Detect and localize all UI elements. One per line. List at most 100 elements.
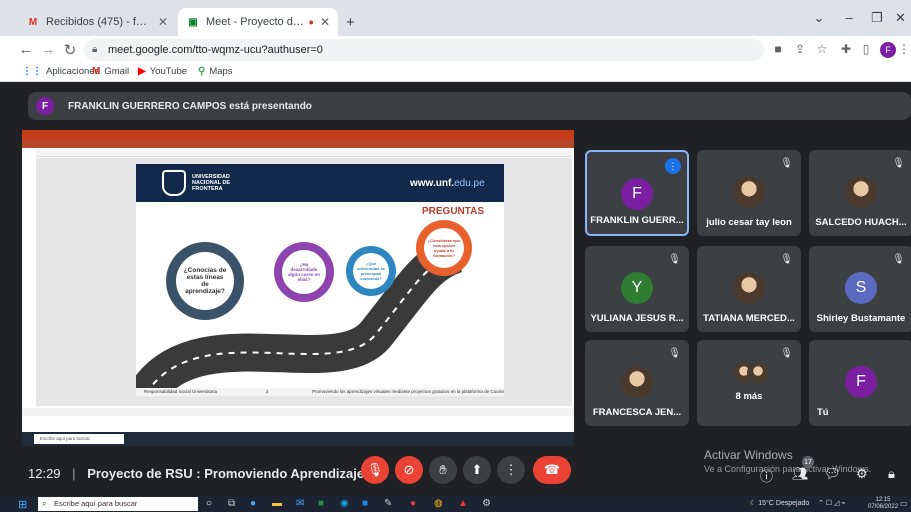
camera-icon[interactable]: ■: [770, 42, 786, 56]
mail-icon[interactable]: ✉: [296, 498, 304, 509]
tray-clock[interactable]: 12:15 07/06/2022: [868, 497, 898, 511]
taskbar-search-placeholder: Escribe aquí para buscar: [54, 499, 138, 508]
back-icon[interactable]: ←: [16, 41, 36, 58]
participant-name: YULIANA JESUS R...: [590, 313, 684, 324]
chrome-icon[interactable]: ◍: [434, 498, 443, 509]
forward-icon[interactable]: →: [38, 41, 58, 58]
bookmark-youtube[interactable]: ▶ YouTube: [138, 66, 187, 77]
pin-question-2: ¿Ha desarrollado algún curso en ellas?: [274, 242, 334, 302]
participant-name: Tú: [817, 407, 829, 418]
bookmark-apps[interactable]: ⋮⋮ Aplicaciones: [22, 66, 99, 77]
participant-name: TATIANA MERCED...: [703, 313, 795, 324]
participant-name: 8 más: [735, 391, 763, 402]
tab-meet[interactable]: ▣ Meet - Proyecto de RSU : Pro ● ✕: [178, 8, 338, 36]
notifications-icon[interactable]: ▭: [900, 499, 908, 508]
mic-muted-icon: 🎙︎: [892, 158, 905, 169]
presenter-text: FRANKLIN GUERRERO CAMPOS está presentand…: [68, 100, 312, 112]
cortana-icon[interactable]: ○: [206, 498, 212, 509]
close-icon[interactable]: ✕: [320, 15, 330, 29]
participant-tile[interactable]: 🎙︎ SALCEDO HUACH...: [809, 150, 911, 236]
slide-url: www.unf.edu.pe: [410, 178, 485, 189]
bookmarks-bar: ⋮⋮ Aplicaciones M Gmail ▶ YouTube ⚲ Maps: [0, 64, 911, 82]
app-icon[interactable]: ✎: [384, 498, 392, 509]
reload-icon[interactable]: ↻: [60, 41, 80, 59]
tab-search-icon[interactable]: ⌄: [804, 10, 834, 26]
taskbar-search-input[interactable]: ⌕ Escribe aquí para buscar: [38, 497, 198, 511]
ppt-status-bar: [22, 408, 574, 416]
university-shield-icon: [162, 170, 186, 196]
bookmark-label: YouTube: [149, 66, 188, 77]
share-icon[interactable]: ⇪: [792, 42, 808, 56]
slide-url-suffix: edu.pe: [454, 178, 485, 189]
lock-icon: 🔒︎: [92, 44, 98, 55]
mic-muted-icon: 🎙︎: [780, 254, 793, 265]
gmail-icon: M: [92, 66, 101, 77]
participant-tile[interactable]: 🎙︎ 8 más: [697, 340, 801, 426]
pin-question-3: ¿Qué universidad se preocupan contenido?: [346, 246, 396, 296]
minimize-icon[interactable]: –: [834, 10, 864, 25]
bookmark-star-icon[interactable]: ☆: [814, 42, 830, 56]
question-2-text: ¿Ha desarrollado algún curso en ellas?: [282, 250, 326, 294]
app-icon[interactable]: ◉: [340, 498, 349, 509]
slide-heading: PREGUNTAS: [422, 206, 485, 217]
ppt-title-bar: [22, 130, 574, 140]
raise-hand-button[interactable]: ✋︎: [429, 456, 457, 484]
side-panel-icon[interactable]: ▯: [858, 42, 874, 56]
bookmark-gmail[interactable]: M Gmail: [92, 66, 129, 77]
pdf-icon[interactable]: ▲: [458, 498, 468, 509]
more-options-button[interactable]: ⋮: [497, 456, 525, 484]
participant-tile[interactable]: F Tú: [809, 340, 911, 426]
tray-icons[interactable]: ⌃ ☐ ◿ ⌁: [818, 499, 846, 507]
activities-icon[interactable]: ⚙︎: [856, 466, 868, 482]
restore-icon[interactable]: ❐: [862, 10, 892, 26]
avatar: [733, 176, 765, 208]
info-icon[interactable]: ⓘ: [760, 466, 773, 485]
people-icon[interactable]: 👥︎: [792, 466, 809, 482]
ppt-ribbon: [22, 140, 574, 148]
bookmark-maps[interactable]: ⚲ Maps: [198, 66, 233, 77]
close-icon[interactable]: ✕: [158, 15, 168, 29]
presenter-avatar: F: [36, 97, 54, 115]
task-view-icon[interactable]: ⧉: [228, 498, 235, 509]
shared-taskbar-search: Escribe aquí para buscar: [34, 434, 124, 444]
edge-icon[interactable]: ●: [250, 498, 256, 509]
powerpoint-icon[interactable]: ●: [410, 498, 416, 509]
avatar: F: [621, 178, 653, 210]
menu-icon[interactable]: ⋮: [898, 42, 910, 56]
new-tab-button[interactable]: +: [346, 14, 355, 31]
url-input[interactable]: 🔒︎ meet.google.com/tto-wqmz-ucu?authuser…: [84, 39, 764, 61]
mic-muted-icon: 🎙︎: [668, 348, 681, 359]
footer-page: 2: [266, 389, 269, 394]
mic-off-button[interactable]: 🎙︎: [361, 456, 389, 484]
address-bar-row: ← → ↻ 🔒︎ meet.google.com/tto-wqmz-ucu?au…: [0, 36, 911, 64]
tab-gmail[interactable]: M Recibidos (475) - fguerrero@unf ✕: [18, 8, 176, 36]
participant-tile[interactable]: 🎙︎ S Shirley Bustamante: [809, 246, 911, 332]
shared-screen[interactable]: UNIVERSIDAD NACIONAL DE FRONTERA www.unf…: [22, 130, 574, 446]
settings-icon[interactable]: ⚙: [482, 498, 491, 509]
host-controls-icon[interactable]: 🔒︎: [888, 466, 895, 482]
recording-dot-icon: ●: [308, 17, 314, 27]
presenter-banner: F FRANKLIN GUERRERO CAMPOS está presenta…: [28, 92, 911, 120]
word-icon[interactable]: ■: [362, 498, 368, 509]
participant-tile[interactable]: ⋮ F FRANKLIN GUERR...: [585, 150, 689, 236]
participant-tile[interactable]: 🎙︎ julio cesar tay leon: [697, 150, 801, 236]
file-explorer-icon[interactable]: ▬: [272, 498, 282, 509]
camera-off-button[interactable]: ⊘: [395, 456, 423, 484]
participant-tile[interactable]: 🎙︎ Y YULIANA JESUS R...: [585, 246, 689, 332]
mic-muted-icon: 🎙︎: [780, 348, 793, 359]
avatar: [845, 176, 877, 208]
leave-call-button[interactable]: ☎︎: [533, 456, 571, 484]
participant-tile[interactable]: 🎙︎ FRANCESCA JEN...: [585, 340, 689, 426]
chat-icon[interactable]: 💬︎: [824, 466, 841, 482]
weather-text: 15°C Despejado: [758, 500, 810, 507]
tray-weather[interactable]: ☾ 15°C Despejado: [750, 499, 809, 507]
close-window-icon[interactable]: ✕: [890, 10, 911, 26]
present-button[interactable]: ⬆: [463, 456, 491, 484]
pin-question-1: ¿Conocías de estas líneas de aprendizaje…: [166, 242, 244, 320]
participant-tile[interactable]: 🎙︎ TATIANA MERCED...: [697, 246, 801, 332]
extensions-icon[interactable]: ✚: [838, 42, 854, 56]
excel-icon[interactable]: ■: [318, 498, 324, 509]
profile-avatar[interactable]: F: [880, 42, 896, 58]
windows-start-icon[interactable]: ⊞: [18, 498, 27, 511]
ppt-ruler: [36, 150, 572, 157]
